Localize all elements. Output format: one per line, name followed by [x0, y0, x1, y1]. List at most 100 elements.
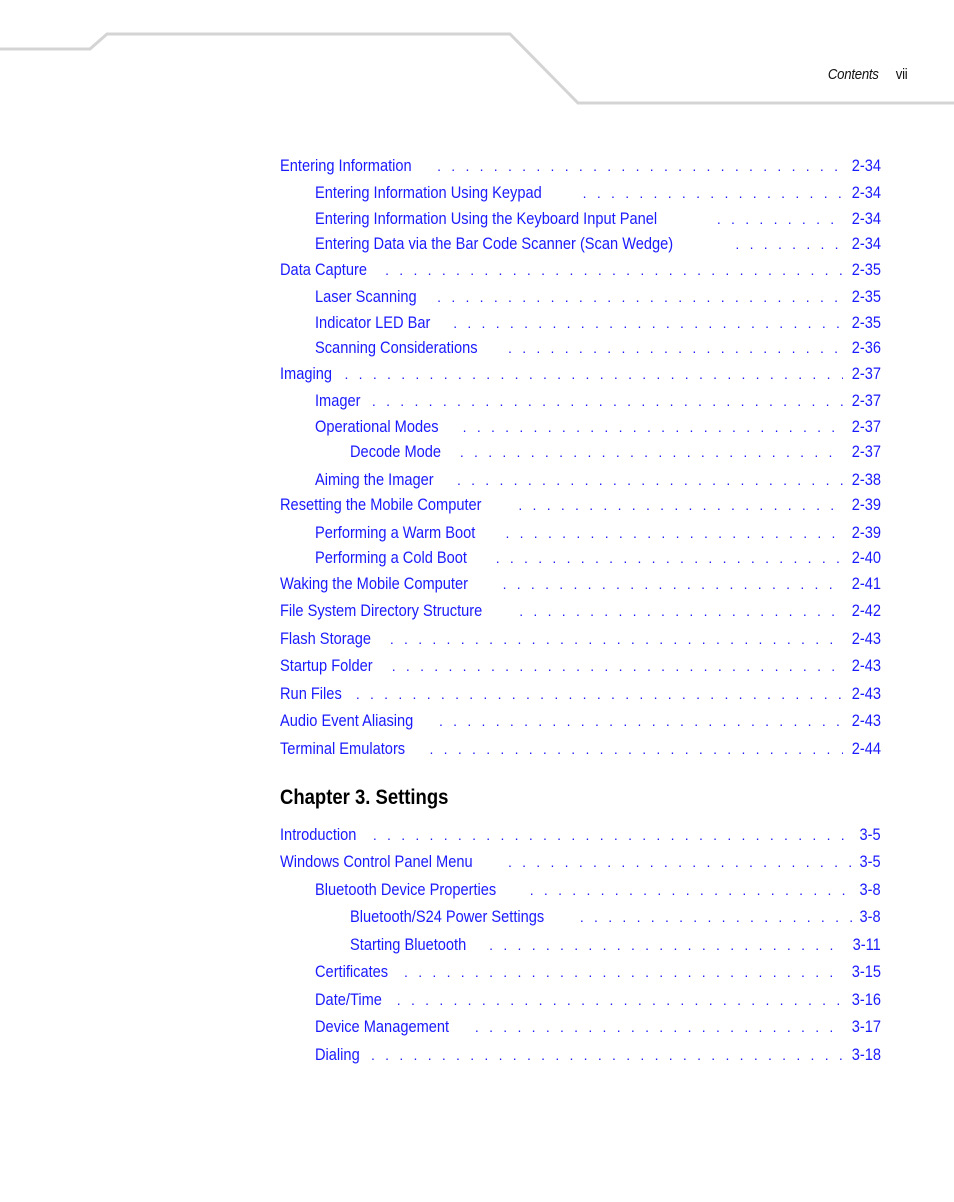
toc-entry-title[interactable]: Waking the Mobile Computer [280, 573, 468, 595]
toc-entry-title[interactable]: Run Files [280, 683, 342, 705]
toc-entry[interactable]: Run Files 2-43 [280, 683, 881, 705]
toc-entry-title[interactable]: Entering Information [280, 155, 412, 177]
toc-entry[interactable]: Entering Information Using Keypad 2-34 [280, 182, 881, 204]
toc-entry-page[interactable]: 2-37 [852, 416, 881, 438]
toc-entry-title[interactable]: Windows Control Panel Menu [280, 851, 473, 873]
toc-entry-title[interactable]: Certificates [315, 961, 388, 983]
toc-entry-page[interactable]: 3-15 [852, 961, 881, 983]
toc-entry-title[interactable]: Entering Data via the Bar Code Scanner (… [315, 233, 673, 255]
toc-entry-page[interactable]: 2-44 [852, 738, 881, 760]
leader-dots [457, 469, 843, 491]
toc-entry[interactable]: Audio Event Aliasing 2-43 [280, 710, 881, 732]
toc-entry-page[interactable]: 3-18 [852, 1044, 881, 1066]
toc-entry-page[interactable]: 2-36 [852, 337, 881, 359]
toc-entry-title[interactable]: Terminal Emulators [280, 738, 405, 760]
toc-entry[interactable]: Bluetooth Device Properties 3-8 [280, 879, 881, 901]
toc-entry[interactable]: Introduction 3-5 [280, 824, 881, 846]
toc-entry-title[interactable]: Aiming the Imager [315, 469, 434, 491]
toc-entry[interactable]: Resetting the Mobile Computer 2-39 [280, 494, 881, 516]
toc-entry-page[interactable]: 2-34 [852, 155, 881, 177]
toc-entry-title[interactable]: Laser Scanning [315, 286, 417, 308]
toc-entry-title[interactable]: Resetting the Mobile Computer [280, 494, 482, 516]
toc-entry-page[interactable]: 2-41 [852, 573, 881, 595]
toc-entry-title[interactable]: File System Directory Structure [280, 600, 482, 622]
toc-entry-page[interactable]: 3-8 [860, 906, 881, 928]
toc-entry[interactable]: Performing a Cold Boot 2-40 [280, 547, 881, 569]
toc-entry[interactable]: Bluetooth/S24 Power Settings 3-8 [280, 906, 881, 928]
toc-entry-page[interactable]: 2-37 [852, 363, 881, 385]
leader-dots [508, 337, 843, 359]
toc-entry[interactable]: Device Management 3-17 [280, 1016, 881, 1038]
toc-entry[interactable]: Starting Bluetooth 3-11 [280, 934, 881, 956]
toc-entry[interactable]: Indicator LED Bar 2-35 [280, 312, 881, 334]
toc-entry[interactable]: Entering Information Using the Keyboard … [280, 208, 881, 230]
toc-entry[interactable]: Startup Folder 2-43 [280, 655, 881, 677]
toc-entry-page[interactable]: 2-34 [852, 233, 881, 255]
toc-entry-title[interactable]: Introduction [280, 824, 356, 846]
toc-entry-page[interactable]: 2-34 [852, 182, 881, 204]
toc-entry-page[interactable]: 2-42 [852, 600, 881, 622]
toc-entry[interactable]: Terminal Emulators 2-44 [280, 738, 881, 760]
toc-entry-page[interactable]: 2-37 [852, 441, 881, 463]
toc-entry-page[interactable]: 3-17 [852, 1016, 881, 1038]
toc-entry-page[interactable]: 2-34 [852, 208, 881, 230]
toc-entry-page[interactable]: 2-35 [852, 259, 881, 281]
toc-entry-title[interactable]: Imager [315, 390, 361, 412]
toc-entry-page[interactable]: 2-39 [852, 522, 881, 544]
toc-entry-page[interactable]: 2-35 [852, 286, 881, 308]
toc-entry[interactable]: Flash Storage 2-43 [280, 628, 881, 650]
toc-entry-title[interactable]: Dialing [315, 1044, 360, 1066]
toc-entry[interactable]: Performing a Warm Boot 2-39 [280, 522, 881, 544]
toc-entry[interactable]: Windows Control Panel Menu 3-5 [280, 851, 881, 873]
toc-entry[interactable]: Imaging 2-37 [280, 363, 881, 385]
toc-entry-page[interactable]: 2-35 [852, 312, 881, 334]
toc-entry-title[interactable]: Audio Event Aliasing [280, 710, 413, 732]
toc-entry-page[interactable]: 2-39 [852, 494, 881, 516]
toc-entry-page[interactable]: 3-8 [860, 879, 881, 901]
toc-entry-page[interactable]: 2-38 [852, 469, 881, 491]
toc-entry-page[interactable]: 2-43 [852, 655, 881, 677]
toc-entry-title[interactable]: Date/Time [315, 989, 382, 1011]
toc-entry-title[interactable]: Decode Mode [350, 441, 441, 463]
leader-dots [530, 879, 853, 901]
toc-entry-title[interactable]: Startup Folder [280, 655, 373, 677]
toc-entry-title[interactable]: Data Capture [280, 259, 367, 281]
leader-dots [496, 547, 843, 569]
toc-entry-page[interactable]: 2-43 [852, 683, 881, 705]
toc-entry-title[interactable]: Imaging [280, 363, 332, 385]
toc-entry-title[interactable]: Scanning Considerations [315, 337, 478, 359]
toc-entry-title[interactable]: Indicator LED Bar [315, 312, 430, 334]
toc-entry[interactable]: Imager 2-37 [280, 390, 881, 412]
toc-entry-title[interactable]: Starting Bluetooth [350, 934, 466, 956]
toc-entry-title[interactable]: Entering Information Using the Keyboard … [315, 208, 657, 230]
toc-entry[interactable]: Date/Time 3-16 [280, 989, 881, 1011]
toc-entry[interactable]: Entering Information 2-34 [280, 155, 881, 177]
toc-entry-title[interactable]: Device Management [315, 1016, 449, 1038]
toc-entry[interactable]: Aiming the Imager 2-38 [280, 469, 881, 491]
toc-entry-title[interactable]: Performing a Warm Boot [315, 522, 475, 544]
toc-entry-page[interactable]: 3-16 [852, 989, 881, 1011]
toc-entry[interactable]: File System Directory Structure 2-42 [280, 600, 881, 622]
toc-entry-title[interactable]: Bluetooth/S24 Power Settings [350, 906, 544, 928]
toc-entry[interactable]: Laser Scanning 2-35 [280, 286, 881, 308]
toc-entry[interactable]: Certificates 3-15 [280, 961, 881, 983]
toc-entry-page[interactable]: 2-40 [852, 547, 881, 569]
toc-entry-page[interactable]: 3-5 [860, 851, 881, 873]
toc-entry-title[interactable]: Bluetooth Device Properties [315, 879, 496, 901]
toc-entry[interactable]: Waking the Mobile Computer 2-41 [280, 573, 881, 595]
toc-entry-page[interactable]: 2-37 [852, 390, 881, 412]
toc-entry[interactable]: Operational Modes 2-37 [280, 416, 881, 438]
toc-entry-title[interactable]: Flash Storage [280, 628, 371, 650]
toc-entry-page[interactable]: 3-11 [853, 934, 881, 956]
toc-entry-title[interactable]: Entering Information Using Keypad [315, 182, 542, 204]
toc-entry-page[interactable]: 3-5 [860, 824, 881, 846]
toc-entry-page[interactable]: 2-43 [852, 628, 881, 650]
toc-entry-title[interactable]: Operational Modes [315, 416, 439, 438]
toc-entry[interactable]: Scanning Considerations 2-36 [280, 337, 881, 359]
toc-entry[interactable]: Decode Mode 2-37 [280, 441, 881, 463]
toc-entry[interactable]: Data Capture 2-35 [280, 259, 881, 281]
toc-entry[interactable]: Entering Data via the Bar Code Scanner (… [280, 233, 881, 255]
toc-entry-title[interactable]: Performing a Cold Boot [315, 547, 467, 569]
toc-entry-page[interactable]: 2-43 [852, 710, 881, 732]
toc-entry[interactable]: Dialing 3-18 [280, 1044, 881, 1066]
